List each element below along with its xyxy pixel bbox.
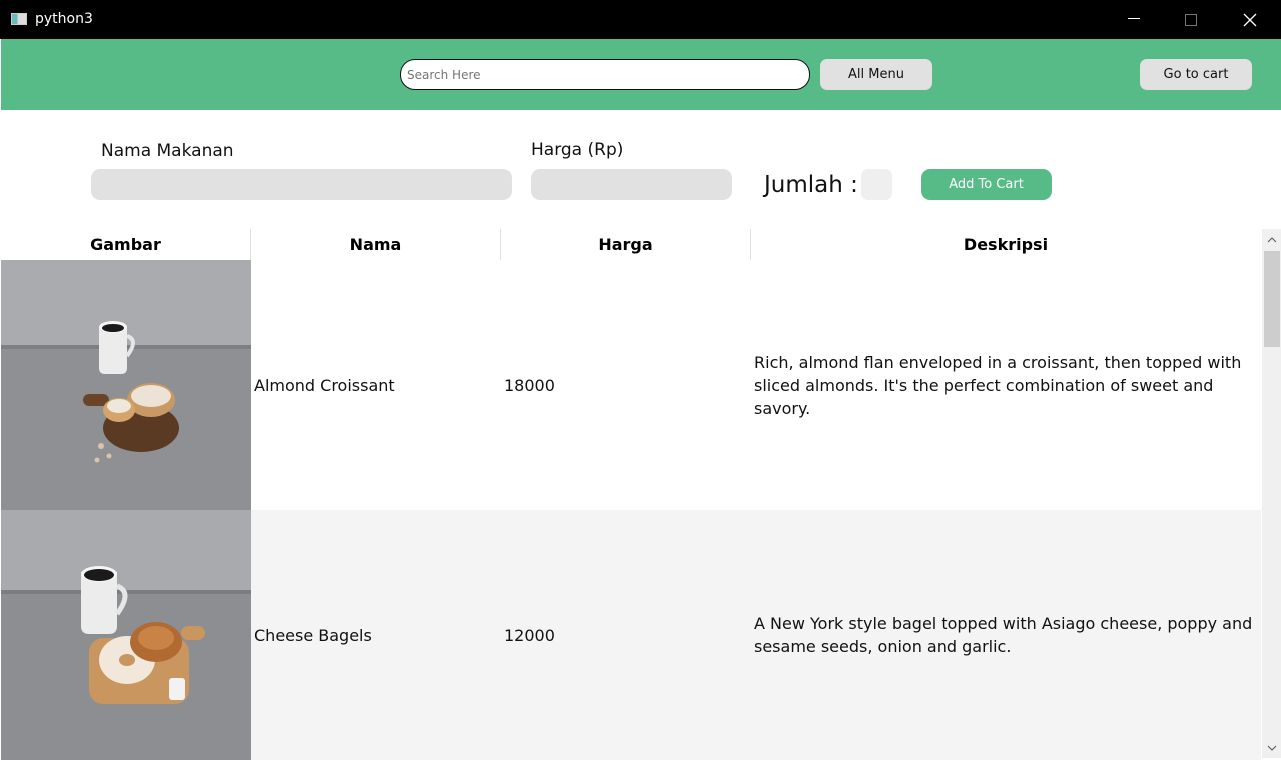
product-description: A New York style bagel topped with Asiag…	[754, 614, 1253, 656]
product-price: 18000	[504, 375, 555, 395]
product-name: Cheese Bagels	[254, 625, 372, 645]
nama-makanan-label: Nama Makanan	[101, 141, 234, 161]
close-icon	[1243, 13, 1257, 26]
table-row[interactable]: Almond Croissant 18000 Rich, almond flan…	[1, 260, 1261, 510]
app-icon	[11, 13, 27, 25]
all-menu-button[interactable]: All Menu	[820, 59, 932, 90]
harga-label: Harga (Rp)	[531, 140, 624, 160]
jumlah-input[interactable]	[861, 169, 892, 200]
harga-field[interactable]	[531, 169, 732, 200]
table-scrollbar[interactable]	[1262, 229, 1281, 758]
table-header: Gambar Nama Harga Deskripsi	[1, 229, 1261, 260]
scrollbar-thumb[interactable]	[1264, 251, 1280, 347]
add-to-cart-button[interactable]: Add To Cart	[921, 169, 1052, 200]
product-price: 12000	[504, 625, 555, 645]
column-header-deskripsi[interactable]: Deskripsi	[751, 229, 1261, 260]
column-header-gambar[interactable]: Gambar	[1, 229, 251, 260]
nama-makanan-field[interactable]	[91, 169, 512, 200]
product-image-cheese-bagels	[1, 510, 251, 760]
scroll-up-icon[interactable]	[1262, 231, 1281, 249]
search-input[interactable]	[400, 59, 810, 90]
close-button[interactable]	[1227, 0, 1273, 39]
maximize-button[interactable]	[1168, 0, 1214, 39]
window-title: python3	[35, 11, 93, 27]
product-image-almond-croissant	[1, 260, 251, 510]
column-header-harga[interactable]: Harga	[501, 229, 751, 260]
scroll-down-icon[interactable]	[1262, 739, 1281, 757]
product-description: Rich, almond flan enveloped in a croissa…	[754, 352, 1242, 418]
product-name: Almond Croissant	[254, 375, 395, 395]
minimize-button[interactable]	[1111, 0, 1157, 39]
go-to-cart-button[interactable]: Go to cart	[1140, 59, 1252, 90]
jumlah-label: Jumlah :	[764, 172, 858, 198]
table-row[interactable]: Cheese Bagels 12000 A New York style bag…	[1, 510, 1261, 760]
window-title-bar: python3	[0, 0, 1281, 39]
column-header-nama[interactable]: Nama	[251, 229, 501, 260]
